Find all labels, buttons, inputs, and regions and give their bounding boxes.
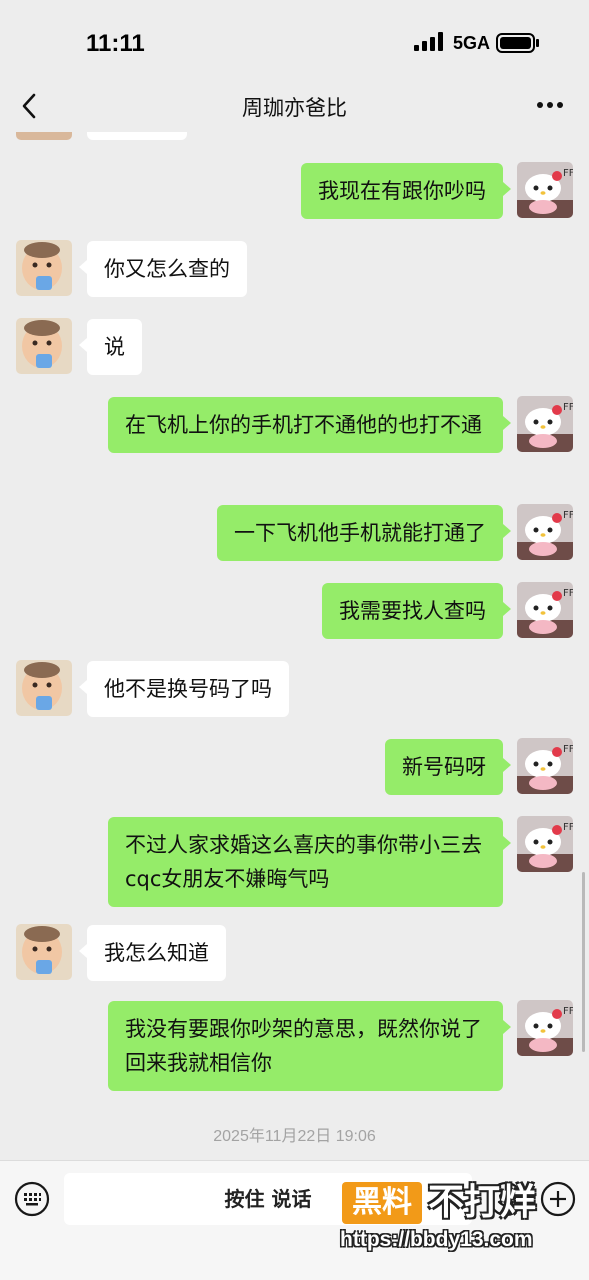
received-message-bubble[interactable]: 他不是换号码了吗 [79,661,289,717]
contact-avatar[interactable] [16,660,72,716]
svg-text:FF: FF [563,168,573,179]
watermark-url: https://bbdy13.com [340,1228,533,1251]
partial-bubble [87,132,187,140]
watermark: 黑料 不打烊 https://bbdy13.com [340,1178,589,1258]
received-message-bubble[interactable]: 你又怎么查的 [79,241,247,297]
message-list[interactable]: FF 我现在有跟你吵吗 你又怎么查的 说 FF 在飞机上你的手机打不通他的也打不… [0,132,589,1160]
battery-icon [496,33,539,53]
sent-message-bubble[interactable]: 在飞机上你的手机打不通他的也打不通 [108,397,511,453]
svg-text:FF: FF [563,588,573,599]
watermark-badge: 黑料 [342,1182,422,1224]
contact-avatar[interactable] [16,240,72,296]
sent-message-bubble[interactable]: 不过人家求婚这么喜庆的事你带小三去cqc女朋友不嫌晦气吗 [108,817,511,907]
received-message-bubble[interactable]: 说 [79,319,142,375]
my-avatar[interactable]: FF [517,1000,573,1056]
svg-text:FF: FF [563,510,573,521]
sent-message-bubble[interactable]: 我没有要跟你吵架的意思，既然你说了回来我就相信你 [108,1001,511,1091]
my-avatar[interactable]: FF [517,582,573,638]
sent-message-bubble[interactable]: 我需要找人查吗 [322,583,511,639]
message-timestamp: 2025年11月22日 19:06 [213,1128,376,1145]
svg-text:FF: FF [563,744,573,755]
svg-text:FF: FF [563,822,573,833]
svg-text:FF: FF [563,1006,573,1017]
keyboard-icon[interactable] [14,1181,50,1217]
sent-message-bubble[interactable]: 我现在有跟你吵吗 [301,163,511,219]
contact-avatar[interactable] [16,318,72,374]
network-type: 5GA [453,33,491,53]
more-dots-icon[interactable] [536,100,564,110]
chat-header: 周珈亦爸比 [0,80,589,132]
sent-message-bubble[interactable]: 一下飞机他手机就能打通了 [217,505,511,561]
my-avatar[interactable]: FF [517,396,573,452]
my-avatar[interactable]: FF [517,816,573,872]
sent-message-bubble[interactable]: 新号码呀 [385,739,511,795]
contact-avatar[interactable] [16,924,72,980]
chat-title: 周珈亦爸比 [242,96,347,120]
signal-icon [414,32,443,51]
my-avatar[interactable]: FF [517,738,573,794]
my-avatar[interactable]: FF [517,504,573,560]
partial-avatar [16,132,72,140]
watermark-text: 不打烊 [428,1182,537,1223]
status-time: 11:11 [86,30,145,57]
svg-text:FF: FF [563,402,573,413]
scrollbar[interactable] [582,872,585,1052]
status-bar: 11:11 5GA [0,0,589,80]
my-avatar[interactable]: FF [517,162,573,218]
received-message-bubble[interactable]: 我怎么知道 [79,925,226,981]
